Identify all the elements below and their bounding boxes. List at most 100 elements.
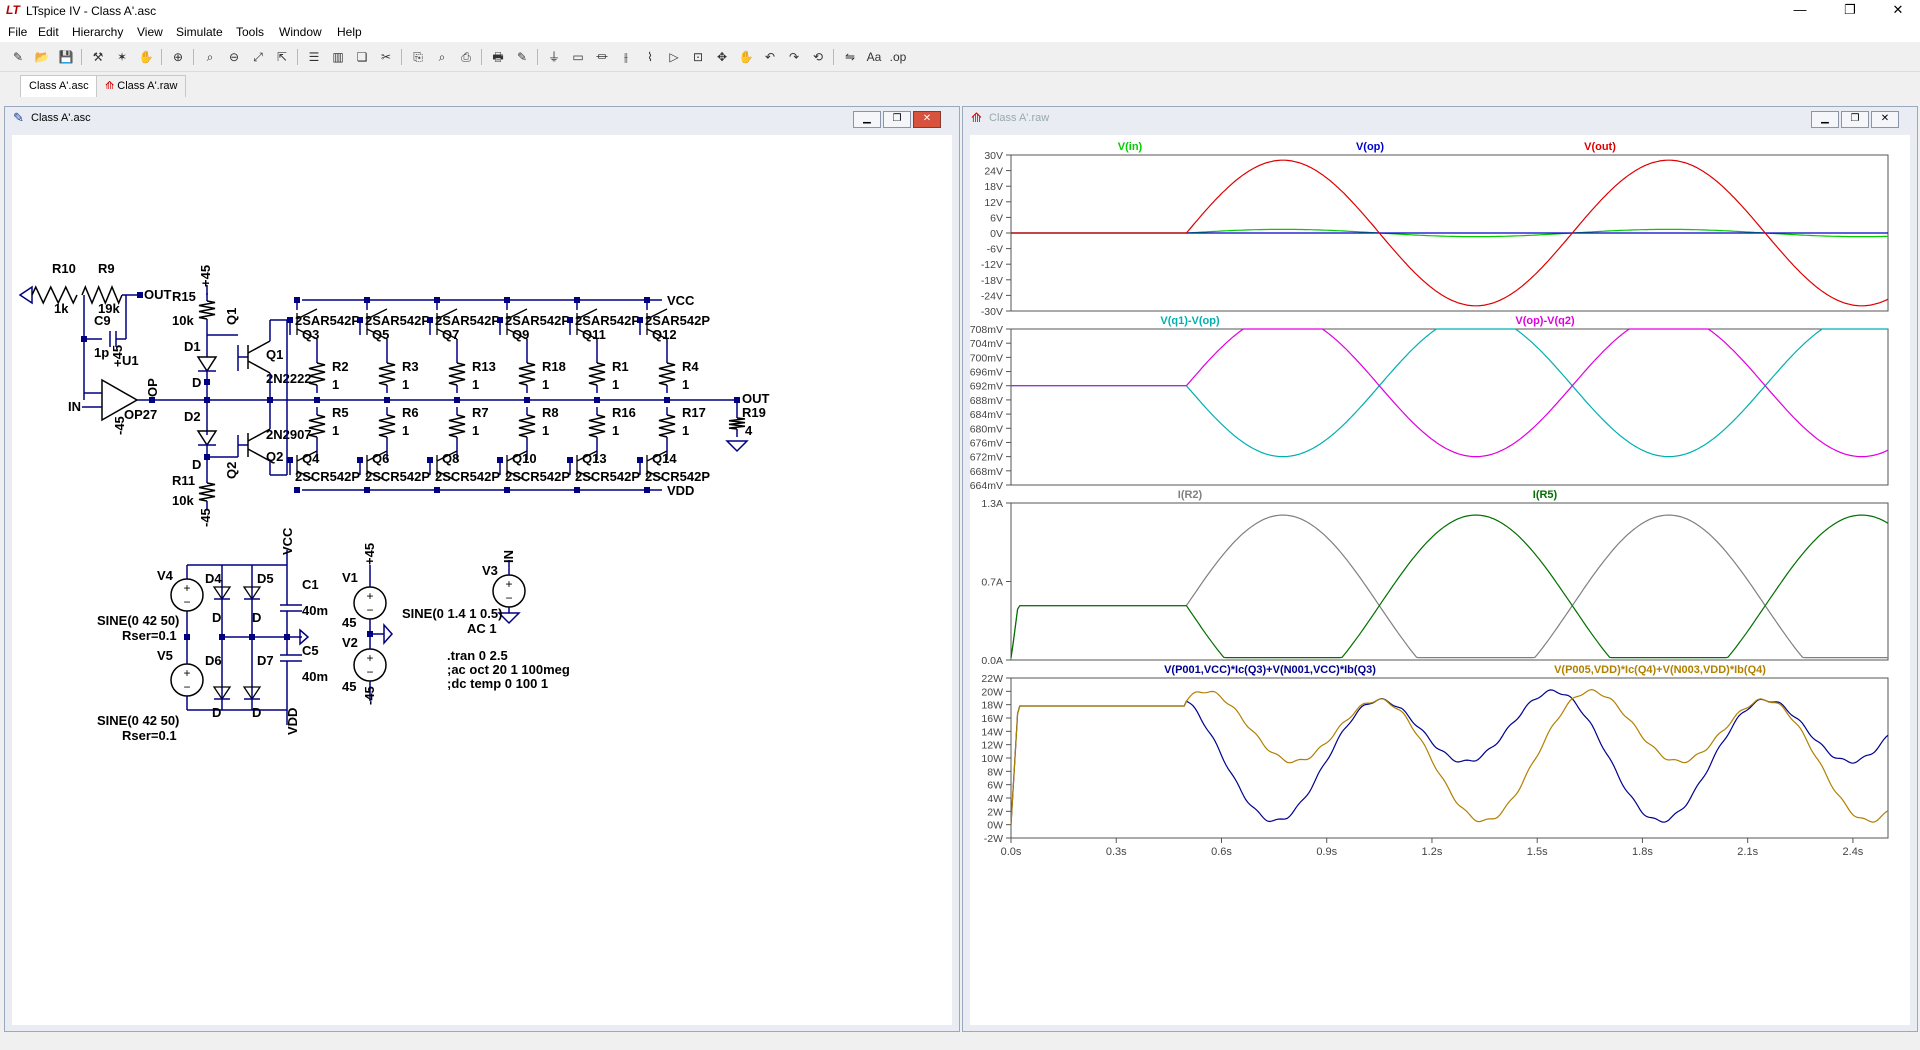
- y-tick-label: 20W: [981, 686, 1003, 698]
- label-npn-part: 2SAR542P: [435, 313, 500, 328]
- save-icon[interactable]: 💾: [56, 47, 76, 67]
- rotate-icon[interactable]: ⟲: [808, 47, 828, 67]
- maximize-button[interactable]: ❐: [1830, 0, 1870, 22]
- label-r15-supply: +45: [198, 265, 213, 287]
- schematic-minimize-button[interactable]: ▁: [853, 111, 881, 128]
- label-r6: R6: [402, 405, 419, 420]
- trace-label: V(P005,VDD)*Ic(Q4)+V(N003,VDD)*Ib(Q4): [1554, 664, 1766, 676]
- y-tick-label: 2W: [987, 806, 1003, 818]
- menu-window[interactable]: Window: [279, 25, 322, 39]
- zoom-out-icon[interactable]: ⊖: [224, 47, 244, 67]
- label-r11: R11: [172, 473, 195, 488]
- label-rbot-value: 1: [612, 423, 619, 438]
- label-icon[interactable]: ▭: [568, 47, 588, 67]
- tab-waveform[interactable]: ⟰ Class A'.raw: [96, 75, 187, 97]
- copy-icon[interactable]: ⎘: [408, 47, 428, 67]
- junction-dot: [287, 457, 293, 463]
- title-bar: LT LTspice IV - Class A'.asc — ❐ ✕: [0, 0, 1920, 22]
- zoom-in-icon[interactable]: ⊕: [168, 47, 188, 67]
- resistor-r6: [378, 414, 396, 438]
- label-pnp-part: 2SCR542P: [505, 469, 570, 484]
- schematic-close-button[interactable]: ✕: [913, 111, 941, 128]
- label-npn-part: 2SAR542P: [365, 313, 430, 328]
- label-c5: C5: [302, 643, 319, 658]
- tab-schematic-label: Class A'.asc: [29, 80, 89, 92]
- menu-simulate[interactable]: Simulate: [176, 25, 223, 39]
- resistor-r15: [198, 300, 216, 320]
- tile-horizontal-icon[interactable]: ☰: [304, 47, 324, 67]
- schematic-window-title: Class A'.asc: [31, 112, 91, 124]
- undo-icon[interactable]: ↶: [760, 47, 780, 67]
- junction-dot: [567, 317, 573, 323]
- y-tick-label: 22W: [981, 673, 1003, 685]
- print-icon[interactable]: 🖶: [488, 47, 508, 67]
- label-v2-value: 45: [342, 679, 356, 694]
- spice-directive-ac: ;ac oct 20 1 100meg: [447, 662, 570, 677]
- cascade-icon[interactable]: ❏: [352, 47, 372, 67]
- autorange-icon[interactable]: ⇱: [272, 47, 292, 67]
- label-r9: R9: [98, 261, 115, 276]
- menu-file[interactable]: File: [8, 25, 27, 39]
- label-d7: D7: [257, 653, 274, 668]
- print-preview-icon[interactable]: ⎙: [456, 47, 476, 67]
- label-npn-part: 2SAR542P: [295, 313, 360, 328]
- cut-icon[interactable]: ✂: [376, 47, 396, 67]
- tab-schematic[interactable]: Class A'.asc: [20, 75, 98, 97]
- schematic-canvas[interactable]: R10 1k R9 19k OUT C9 1p IN U1 +45 -45 OP OP27 +45 R15 1…: [12, 135, 952, 1025]
- label-v1-value: 45: [342, 615, 356, 630]
- minimize-button[interactable]: —: [1780, 0, 1820, 22]
- menu-help[interactable]: Help: [337, 25, 362, 39]
- label-r10: R10: [52, 261, 76, 276]
- tile-vertical-icon[interactable]: ▥: [328, 47, 348, 67]
- zoom-fit-icon[interactable]: ⤢: [248, 47, 268, 67]
- redo-icon[interactable]: ↷: [784, 47, 804, 67]
- junction-dot: [567, 457, 573, 463]
- schematic-maximize-button[interactable]: ❐: [883, 111, 911, 128]
- new-schematic-icon[interactable]: ✎: [8, 47, 28, 67]
- label-npn-part: 2SAR542P: [575, 313, 640, 328]
- open-icon[interactable]: 📂: [32, 47, 52, 67]
- menu-hierarchy[interactable]: Hierarchy: [72, 25, 123, 39]
- control-panel-icon[interactable]: ⚒: [88, 47, 108, 67]
- menu-edit[interactable]: Edit: [38, 25, 59, 39]
- label-v2: V2: [342, 635, 358, 650]
- spice-directive-icon[interactable]: .op: [888, 47, 908, 67]
- source-minus: −: [366, 665, 373, 679]
- label-v3-ac: AC 1: [467, 621, 497, 636]
- diode-icon[interactable]: ▷: [664, 47, 684, 67]
- y-tick-label: -12V: [981, 259, 1003, 271]
- y-tick-label: 704mV: [970, 338, 1003, 350]
- label-v4-sine: SINE(0 42 50): [97, 613, 179, 628]
- text-icon[interactable]: Aa: [864, 47, 884, 67]
- inductor-icon[interactable]: ⌇: [640, 47, 660, 67]
- label-in: IN: [68, 399, 81, 414]
- waveform-canvas[interactable]: 30V 24V 18V 12V 6V 0V -6V -12V -18V -24V -30V V(in)…: [970, 135, 1910, 1025]
- close-button[interactable]: ✕: [1878, 0, 1918, 22]
- drag-icon[interactable]: ✋: [736, 47, 756, 67]
- wire-icon[interactable]: ✎: [512, 47, 532, 67]
- waveform-close-button[interactable]: ✕: [1871, 111, 1899, 128]
- menu-view[interactable]: View: [137, 25, 163, 39]
- waveform-window-icon: ⟰: [971, 110, 982, 125]
- move-icon[interactable]: ✥: [712, 47, 732, 67]
- capacitor-icon[interactable]: ⫲: [616, 47, 636, 67]
- schematic-icon: ✎: [13, 110, 24, 125]
- ground-icon[interactable]: ⏚: [544, 47, 564, 67]
- component-icon[interactable]: ⊡: [688, 47, 708, 67]
- halt-icon[interactable]: ✋: [136, 47, 156, 67]
- resistor-icon[interactable]: ⏛: [592, 47, 612, 67]
- resistor-r1: [588, 362, 606, 386]
- waveform-minimize-button[interactable]: ▁: [1811, 111, 1839, 128]
- toolbar-separator: [161, 49, 162, 65]
- run-icon[interactable]: ✶: [112, 47, 132, 67]
- label-rtop-value: 1: [472, 377, 479, 392]
- zoom-pan-icon[interactable]: ⌕: [200, 47, 220, 67]
- y-tick-label: -18V: [981, 275, 1003, 287]
- label-op-net: OP: [145, 378, 160, 397]
- find-icon[interactable]: ⌕: [432, 47, 452, 67]
- mirror-icon[interactable]: ⇋: [840, 47, 860, 67]
- y-tick-label: 680mV: [970, 423, 1003, 435]
- y-tick-label: 8W: [987, 766, 1003, 778]
- waveform-maximize-button[interactable]: ❐: [1841, 111, 1869, 128]
- menu-tools[interactable]: Tools: [236, 25, 264, 39]
